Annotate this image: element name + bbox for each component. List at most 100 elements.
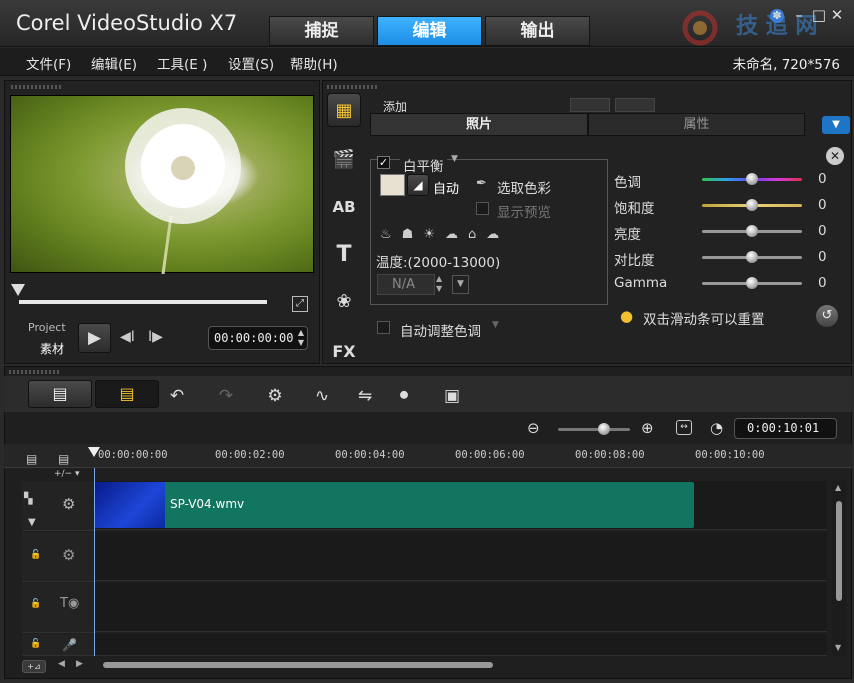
overlay-track-icon[interactable]: ⚙ — [62, 546, 75, 564]
panel-grip[interactable] — [327, 85, 377, 89]
hue-slider[interactable] — [702, 173, 802, 185]
redo-icon[interactable]: ↷ — [212, 385, 240, 407]
transition-icon[interactable]: AB — [327, 190, 361, 224]
menu-edit[interactable]: 编辑(E) — [91, 53, 137, 73]
next-frame-icon[interactable]: Ⅰ▶ — [148, 329, 163, 345]
gamma-slider-knob[interactable] — [746, 277, 758, 289]
tungsten-icon[interactable]: ☗ — [402, 227, 424, 242]
track-manager-icon[interactable]: ▤ — [26, 452, 37, 466]
menu-tools[interactable]: 工具(E ) — [157, 53, 207, 73]
voice-track-icon[interactable]: 🎤 — [62, 638, 77, 652]
help-icon[interactable]: ✽ — [770, 9, 784, 23]
lock-icon[interactable]: 🔓 — [30, 639, 41, 649]
playhead-handle[interactable] — [88, 447, 100, 457]
maximize-icon[interactable]: □ — [810, 6, 828, 24]
media-library-icon[interactable]: ▦ — [327, 93, 361, 127]
scrubber-track[interactable] — [19, 300, 267, 304]
minimize-icon[interactable]: – — [790, 6, 808, 24]
video-track-icon[interactable]: ⚙ — [62, 495, 75, 513]
overcast-icon[interactable]: ☁ — [486, 227, 509, 242]
temperature-dropdown-icon[interactable]: ▼ — [452, 275, 469, 294]
record-capture-icon[interactable]: ⚙ — [261, 385, 289, 407]
timecode-box[interactable]: 00:00:00:00 ▲ ▼ — [208, 326, 308, 350]
auto-music-icon[interactable]: ⇋ — [351, 385, 379, 407]
expand-tracks-icon[interactable]: ▼ — [28, 517, 36, 528]
motion-tracking-icon[interactable]: ⚫ — [390, 385, 418, 407]
zoom-in-icon[interactable]: ⊕ — [641, 419, 654, 437]
white-balance-presets[interactable]: ♨☗☀☁⌂☁ — [380, 227, 509, 242]
storyboard-view-icon[interactable]: ▤ — [28, 380, 92, 408]
timecode-stepper-icon[interactable]: ▲ ▼ — [298, 328, 304, 348]
temperature-input[interactable]: N/A — [377, 274, 435, 295]
close-options-icon[interactable]: ✕ — [826, 147, 844, 165]
close-icon[interactable]: ✕ — [828, 6, 846, 24]
graphics-icon[interactable]: ❀ — [327, 285, 361, 319]
timeline-view-icon[interactable]: ▤ — [95, 380, 159, 408]
timecode-value[interactable]: 00:00:00:00 — [214, 331, 293, 345]
show-preview-checkbox[interactable] — [476, 202, 489, 215]
saturation-slider[interactable] — [702, 199, 802, 211]
zoom-slider-knob[interactable] — [598, 423, 610, 435]
panel-grip[interactable] — [11, 85, 61, 89]
scroll-up-icon[interactable]: ▲ — [835, 483, 841, 492]
contrast-slider-knob[interactable] — [746, 251, 758, 263]
enlarge-preview-icon[interactable]: ⤢ — [292, 296, 308, 312]
auto-tone-label[interactable]: 自动调整色调 — [400, 320, 481, 340]
lock-icon[interactable]: 🔓 — [30, 550, 41, 560]
auto-tone-checkbox[interactable] — [377, 321, 390, 334]
gamma-slider[interactable] — [702, 277, 802, 289]
horizontal-scroll-thumb[interactable] — [103, 662, 493, 668]
auto-white-balance-icon[interactable]: ◢ — [407, 174, 429, 196]
scroll-right-icon[interactable]: ▶ — [76, 659, 83, 669]
title-icon[interactable]: T — [327, 238, 361, 272]
add-media-label[interactable]: 添加 — [383, 98, 407, 112]
auto-tone-dropdown-icon[interactable]: ▼ — [492, 320, 499, 330]
fit-project-icon[interactable]: ↔ — [676, 420, 692, 435]
zoom-slider[interactable] — [558, 423, 630, 435]
scroll-down-icon[interactable]: ▼ — [835, 643, 841, 652]
contrast-slider[interactable] — [702, 251, 802, 263]
scrubber-handle[interactable] — [11, 284, 25, 296]
title-track[interactable] — [95, 583, 827, 632]
add-track-icon[interactable]: +⊿ — [22, 660, 46, 673]
white-balance-dropdown-icon[interactable]: ▼ — [451, 154, 458, 164]
tab-edit[interactable]: 编辑 — [377, 16, 482, 46]
instant-project-icon[interactable]: 🎬 — [327, 143, 361, 177]
ripple-edit-icon[interactable]: ▚ — [24, 492, 32, 505]
menu-settings[interactable]: 设置(S) — [228, 53, 274, 73]
white-balance-checkbox[interactable]: ✓ — [377, 156, 390, 169]
menu-file[interactable]: 文件(F) — [26, 53, 71, 73]
vertical-scrollbar[interactable]: ▲ ▼ — [832, 481, 846, 656]
track-options-icon[interactable]: +/− ▾ — [54, 469, 80, 479]
brightness-slider[interactable] — [702, 225, 802, 237]
cloudy-icon[interactable]: ☁ — [445, 227, 468, 242]
menu-help[interactable]: 帮助(H) — [290, 53, 338, 73]
eyedropper-icon[interactable]: ✒ — [476, 176, 487, 191]
scroll-left-icon[interactable]: ◀ — [58, 659, 65, 669]
candle-icon[interactable]: ♨ — [380, 227, 402, 242]
play-button[interactable]: ▶ — [78, 323, 111, 353]
filter-icon[interactable]: FX — [327, 335, 361, 369]
tab-photo[interactable]: 照片 — [370, 113, 588, 136]
undo-icon[interactable]: ↶ — [163, 385, 191, 407]
white-balance-swatch[interactable] — [380, 174, 405, 196]
shade-icon[interactable]: ⌂ — [468, 227, 486, 242]
project-mode-label[interactable]: Project — [28, 321, 66, 334]
sunny-icon[interactable]: ☀ — [423, 227, 445, 242]
timeline-clip[interactable]: SP-V04.wmv — [95, 482, 694, 528]
collapse-panel-button[interactable]: ▼ — [822, 116, 850, 134]
vertical-scroll-thumb[interactable] — [836, 501, 842, 601]
brightness-slider-knob[interactable] — [746, 225, 758, 237]
subtitle-editor-icon[interactable]: ▣ — [438, 385, 466, 407]
voice-track[interactable] — [95, 634, 827, 656]
thumbnail-view-icon[interactable] — [570, 98, 610, 112]
prev-frame-icon[interactable]: ◀Ⅰ — [120, 329, 135, 345]
list-view-icon[interactable] — [615, 98, 655, 112]
tab-share[interactable]: 输出 — [485, 16, 590, 46]
reset-button[interactable]: ↺ — [816, 305, 838, 327]
pick-color-label[interactable]: 选取色彩 — [497, 177, 551, 197]
sound-mixer-icon[interactable]: ∿ — [308, 385, 336, 407]
zoom-out-icon[interactable]: ⊖ — [527, 419, 540, 437]
lock-icon[interactable]: 🔓 — [30, 599, 41, 609]
saturation-slider-knob[interactable] — [746, 199, 758, 211]
